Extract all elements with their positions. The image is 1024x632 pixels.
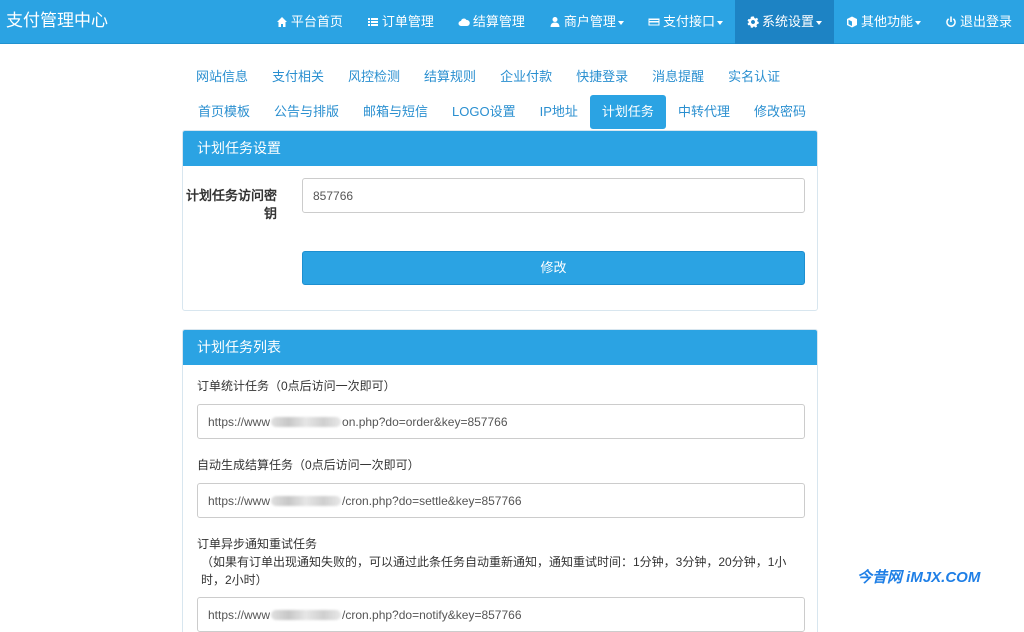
nav-logout[interactable]: 退出登录 bbox=[933, 0, 1024, 44]
chevron-down-icon bbox=[815, 20, 822, 25]
home-icon bbox=[276, 17, 287, 27]
tab-message-alerts[interactable]: 消息提醒 bbox=[640, 60, 716, 94]
url-prefix: https://www bbox=[208, 493, 271, 508]
nav-payment-interface-label: 支付接口 bbox=[662, 14, 715, 29]
nav-payment-interface[interactable]: 支付接口 bbox=[636, 0, 735, 44]
task-auto-settle-url[interactable]: https://www/cron.php?do=settle&key=85776… bbox=[197, 483, 805, 518]
task-order-stats-label: 订单统计任务（0点后访问一次即可） bbox=[197, 379, 396, 393]
cron-settings-title: 计划任务设置 bbox=[183, 131, 817, 166]
nav-orders-label: 订单管理 bbox=[381, 14, 434, 29]
tab-change-password[interactable]: 修改密码 bbox=[742, 95, 818, 129]
user-icon bbox=[550, 17, 560, 27]
watermark: 今昔网 iMJX.COM bbox=[857, 569, 981, 586]
chevron-down-icon bbox=[914, 20, 921, 25]
tab-homepage-template[interactable]: 首页模板 bbox=[186, 95, 262, 129]
tab-settlement-rules[interactable]: 结算规则 bbox=[412, 60, 488, 94]
cron-key-input[interactable]: 857766 bbox=[302, 178, 805, 213]
redacted-domain bbox=[271, 495, 342, 506]
nav-settlement[interactable]: 结算管理 bbox=[446, 0, 537, 44]
url-prefix: https://www bbox=[208, 414, 271, 429]
tab-email-sms[interactable]: 邮箱与短信 bbox=[351, 95, 440, 129]
task-notify-retry-label: 订单异步通知重试任务 bbox=[197, 537, 318, 551]
tab-risk-control[interactable]: 风控检测 bbox=[336, 60, 412, 94]
url-prefix: https://www bbox=[208, 607, 271, 622]
cron-settings-panel: 计划任务设置 计划任务访问密钥 857766 修改 bbox=[182, 130, 818, 311]
chevron-down-icon bbox=[716, 20, 723, 25]
cron-tasks-panel: 计划任务列表 订单统计任务（0点后访问一次即可） https://www on.p… bbox=[182, 329, 818, 632]
url-suffix: /cron.php?do=settle&key=857766 bbox=[342, 493, 522, 508]
nav-merchants[interactable]: 商户管理 bbox=[537, 0, 636, 44]
settings-tabs-row-2: 首页模板 公告与排版 邮箱与短信 LOGO设置 IP地址 计划任务 中转代理 修… bbox=[186, 95, 818, 129]
url-suffix: on.php?do=order&key=857766 bbox=[342, 414, 508, 429]
nav-logout-label: 退出登录 bbox=[959, 14, 1012, 29]
app-title[interactable]: 支付管理中心 bbox=[6, 0, 108, 44]
tab-quick-login[interactable]: 快捷登录 bbox=[564, 60, 640, 94]
tab-real-name-auth[interactable]: 实名认证 bbox=[716, 60, 792, 94]
task-order-stats-url[interactable]: https://www on.php?do=order&key=857766 bbox=[197, 404, 805, 439]
cron-key-value: 857766 bbox=[313, 188, 354, 203]
nav-home-label: 平台首页 bbox=[290, 14, 343, 29]
top-navbar: 支付管理中心 平台首页 订单管理 结算管理 商户管理 支付接口 系统设置 其他功… bbox=[0, 0, 1024, 44]
redacted-domain bbox=[271, 609, 342, 620]
list-icon bbox=[367, 18, 378, 26]
gear-icon bbox=[747, 16, 759, 28]
tab-enterprise-payment[interactable]: 企业付款 bbox=[488, 60, 564, 94]
credit-card-icon bbox=[648, 18, 660, 26]
cube-icon bbox=[846, 16, 857, 28]
cloud-icon bbox=[458, 18, 470, 26]
chevron-down-icon bbox=[617, 20, 624, 25]
nav-orders[interactable]: 订单管理 bbox=[355, 0, 446, 44]
modify-button[interactable]: 修改 bbox=[302, 251, 805, 285]
url-suffix: /cron.php?do=notify&key=857766 bbox=[342, 607, 522, 622]
nav-home[interactable]: 平台首页 bbox=[264, 0, 355, 44]
tab-announcement-layout[interactable]: 公告与排版 bbox=[262, 95, 351, 129]
settings-tabs-row-1: 网站信息 支付相关 风控检测 结算规则 企业付款 快捷登录 消息提醒 实名认证 bbox=[184, 60, 792, 94]
nav-settlement-label: 结算管理 bbox=[472, 14, 525, 29]
task-notify-retry-url[interactable]: https://www/cron.php?do=notify&key=85776… bbox=[197, 597, 805, 632]
nav-system-settings-label: 系统设置 bbox=[761, 14, 814, 29]
tab-ip-address[interactable]: IP地址 bbox=[528, 95, 590, 129]
tab-relay-proxy[interactable]: 中转代理 bbox=[666, 95, 742, 129]
main-nav: 平台首页 订单管理 结算管理 商户管理 支付接口 系统设置 其他功能 退出登录 bbox=[264, 0, 1024, 44]
cron-tasks-title: 计划任务列表 bbox=[183, 330, 817, 365]
task-notify-retry-note: （如果有订单出现通知失败的，可以通过此条任务自动重新通知，通知重试时间：1分钟，… bbox=[201, 555, 787, 587]
cron-key-label: 计划任务访问密钥 bbox=[185, 188, 277, 221]
tab-logo-settings[interactable]: LOGO设置 bbox=[440, 95, 528, 129]
nav-merchants-label: 商户管理 bbox=[563, 14, 616, 29]
task-auto-settle-label: 自动生成结算任务（0点后访问一次即可） bbox=[197, 458, 420, 472]
redacted-domain bbox=[271, 416, 342, 427]
power-icon bbox=[946, 16, 956, 27]
tab-scheduled-tasks[interactable]: 计划任务 bbox=[589, 95, 666, 129]
tab-site-info[interactable]: 网站信息 bbox=[184, 60, 260, 94]
nav-other-functions-label: 其他功能 bbox=[860, 14, 913, 29]
tab-payment-related[interactable]: 支付相关 bbox=[260, 60, 336, 94]
nav-system-settings[interactable]: 系统设置 bbox=[734, 0, 834, 44]
nav-other-functions[interactable]: 其他功能 bbox=[834, 0, 933, 44]
